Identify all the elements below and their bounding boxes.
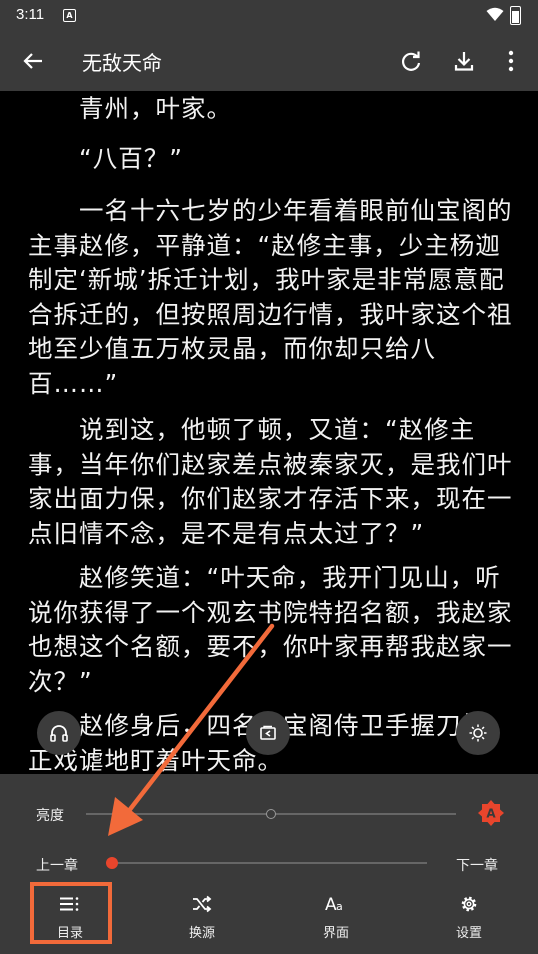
paragraph: 说到这，他顿了顿，又道：“赵修主事，当年你们赵家差点被秦家灭，是我们叶家出面力保… bbox=[28, 415, 513, 548]
refresh-button[interactable] bbox=[387, 30, 435, 91]
reader-content[interactable]: 青州，叶家。 “八百？” 一名十六七岁的少年看着眼前仙宝阁的主事赵修，平静道：“… bbox=[0, 91, 538, 774]
refresh-icon bbox=[402, 51, 421, 71]
sun-icon bbox=[469, 724, 487, 742]
arrow-left-icon bbox=[23, 52, 42, 69]
brightness-slider-thumb[interactable] bbox=[266, 809, 276, 819]
chapter-progress-slider[interactable] bbox=[112, 862, 427, 864]
settings-button[interactable]: 设置 bbox=[429, 884, 509, 954]
paragraph: 一名十六七岁的少年看着眼前仙宝阁的主事赵修，平静道：“赵修主事，少主杨迦制定‘新… bbox=[28, 196, 513, 398]
status-time: 3:11 bbox=[16, 6, 45, 23]
interface-label: 界面 bbox=[322, 926, 349, 941]
auto-brightness-button[interactable]: A bbox=[478, 800, 504, 826]
svg-text:a: a bbox=[336, 900, 343, 913]
shuffle-icon bbox=[162, 892, 242, 916]
download-icon bbox=[454, 51, 474, 71]
wifi-icon bbox=[486, 7, 504, 21]
more-vert-icon bbox=[508, 50, 514, 71]
svg-text:A: A bbox=[486, 807, 496, 821]
paragraph: “八百？” bbox=[28, 144, 183, 173]
battery-icon bbox=[510, 6, 521, 25]
chapter-progress-thumb[interactable] bbox=[106, 857, 118, 869]
auto-page-icon bbox=[260, 725, 276, 740]
brightness-label: 亮度 bbox=[36, 808, 64, 824]
font-aa-icon: A a bbox=[296, 892, 376, 916]
highlight-box bbox=[30, 882, 112, 944]
prev-chapter-button[interactable]: 上一章 bbox=[36, 855, 78, 875]
headphones-icon bbox=[50, 725, 68, 742]
interface-button[interactable]: A a 界面 bbox=[296, 884, 376, 954]
app-bar: 无敌天命 bbox=[0, 30, 538, 91]
change-source-label: 换源 bbox=[188, 926, 215, 941]
change-source-button[interactable]: 换源 bbox=[162, 884, 242, 954]
auto-brightness-icon: A bbox=[478, 800, 504, 826]
settings-label: 设置 bbox=[455, 926, 482, 941]
download-button[interactable] bbox=[440, 30, 488, 91]
next-chapter-button[interactable]: 下一章 bbox=[456, 855, 498, 875]
status-bar: 3:11 A bbox=[0, 0, 538, 30]
tts-button[interactable] bbox=[37, 711, 81, 755]
notification-icon: A bbox=[63, 9, 76, 22]
back-button[interactable] bbox=[9, 30, 57, 91]
book-title: 无敌天命 bbox=[82, 51, 162, 75]
auto-page-button[interactable] bbox=[246, 711, 290, 755]
gear-icon bbox=[429, 892, 509, 916]
theme-toggle-button[interactable] bbox=[456, 711, 500, 755]
more-button[interactable] bbox=[487, 30, 535, 91]
paragraph: 赵修笑道：“叶天命，我开门见山，听说你获得了一个观玄书院特招名额，我赵家也想这个… bbox=[28, 563, 513, 696]
paragraph: 青州，叶家。 bbox=[28, 94, 232, 123]
